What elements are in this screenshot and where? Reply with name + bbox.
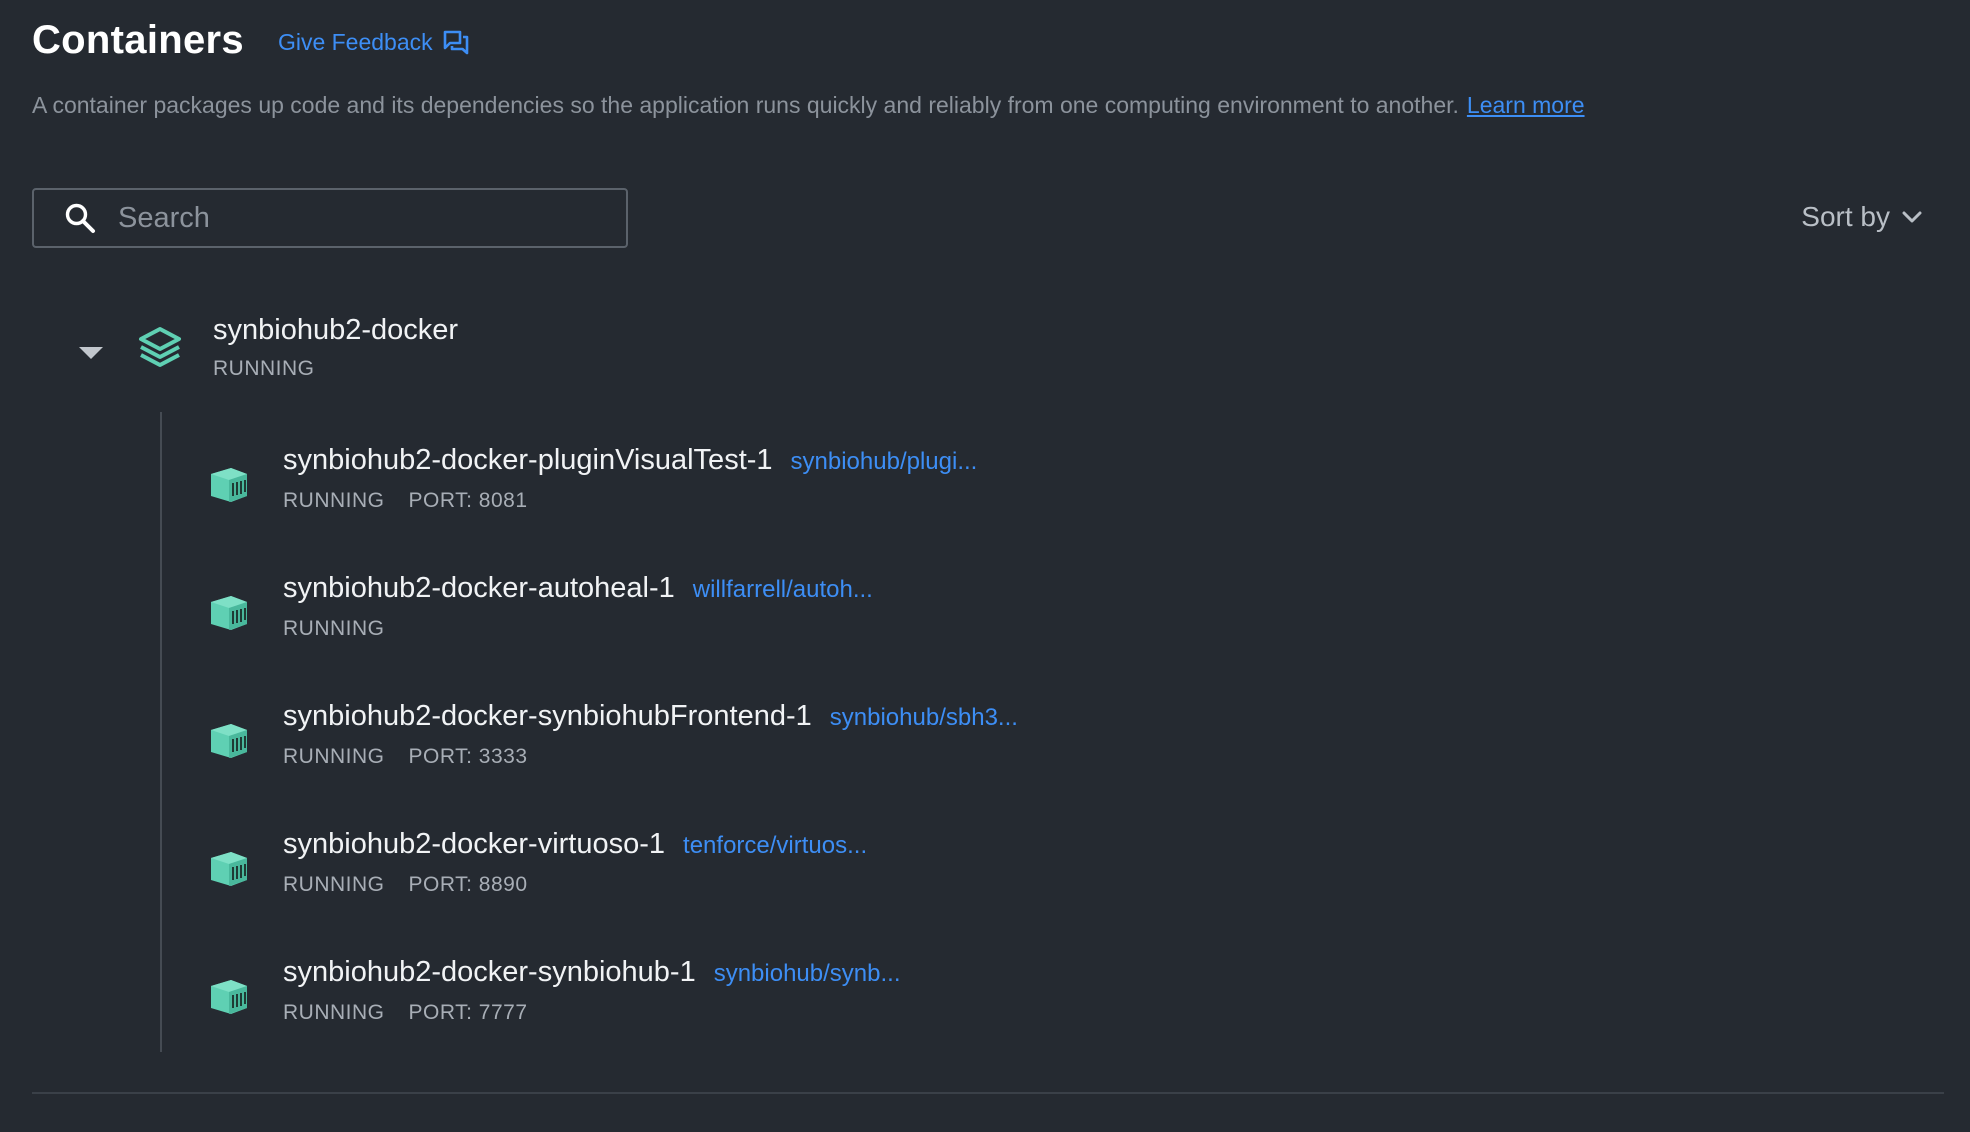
containers-page: Containers Give Feedback A container pac… — [0, 0, 1970, 1132]
container-row[interactable]: synbiohub2-docker-synbiohub-1 synbiohub/… — [0, 948, 1970, 1048]
container-row[interactable]: synbiohub2-docker-synbiohubFrontend-1 sy… — [0, 692, 1970, 792]
page-title: Containers — [32, 18, 244, 62]
container-status: RUNNING — [283, 489, 385, 512]
group-status: RUNNING — [213, 357, 315, 380]
container-title: synbiohub2-docker-virtuoso-1 tenforce/vi… — [283, 828, 867, 861]
container-icon — [211, 468, 247, 502]
search-box[interactable] — [32, 188, 628, 248]
container-port: PORT: 8081 — [408, 489, 528, 512]
container-name[interactable]: synbiohub2-docker-virtuoso-1 — [283, 828, 665, 861]
give-feedback-link[interactable]: Give Feedback — [278, 29, 469, 56]
container-name[interactable]: synbiohub2-docker-synbiohubFrontend-1 — [283, 700, 812, 733]
divider — [32, 1092, 1944, 1094]
stack-icon — [139, 327, 181, 367]
container-status: RUNNING — [283, 1001, 385, 1024]
container-meta: RUNNING — [283, 617, 385, 641]
compose-group: synbiohub2-docker RUNNING — [0, 310, 1970, 390]
container-meta: RUNNING PORT: 3333 — [283, 745, 528, 769]
container-icon — [211, 596, 247, 630]
container-status: RUNNING — [283, 617, 385, 640]
search-icon — [65, 203, 95, 233]
container-meta: RUNNING PORT: 8081 — [283, 489, 528, 513]
group-name[interactable]: synbiohub2-docker — [213, 314, 458, 347]
search-input[interactable] — [116, 200, 600, 236]
container-row[interactable]: synbiohub2-docker-pluginVisualTest-1 syn… — [0, 436, 1970, 536]
group-row[interactable]: synbiohub2-docker RUNNING — [0, 310, 1970, 390]
container-row[interactable]: synbiohub2-docker-autoheal-1 willfarrell… — [0, 564, 1970, 664]
container-status: RUNNING — [283, 873, 385, 896]
container-icon — [211, 724, 247, 758]
page-header: Containers Give Feedback — [32, 18, 469, 63]
container-title: synbiohub2-docker-synbiohub-1 synbiohub/… — [283, 956, 901, 989]
container-image-link[interactable]: synbiohub/synb... — [714, 960, 901, 988]
container-title: synbiohub2-docker-pluginVisualTest-1 syn… — [283, 444, 977, 477]
give-feedback-label: Give Feedback — [277, 29, 433, 55]
chevron-down-icon — [1902, 211, 1922, 223]
container-icon — [211, 852, 247, 886]
container-port: PORT: 7777 — [408, 1001, 528, 1024]
container-title: synbiohub2-docker-autoheal-1 willfarrell… — [283, 572, 873, 605]
container-name[interactable]: synbiohub2-docker-autoheal-1 — [283, 572, 675, 605]
description-text: A container packages up code and its dep… — [32, 92, 1459, 118]
container-meta: RUNNING PORT: 8890 — [283, 873, 528, 897]
caret-down-icon[interactable] — [78, 346, 104, 360]
sort-by-label: Sort by — [1801, 201, 1890, 232]
container-port: PORT: 3333 — [408, 745, 528, 768]
container-title: synbiohub2-docker-synbiohubFrontend-1 sy… — [283, 700, 1018, 733]
container-port: PORT: 8890 — [408, 873, 528, 896]
sort-by-dropdown[interactable]: Sort by — [1801, 201, 1922, 233]
chat-bubbles-icon — [443, 30, 468, 54]
container-image-link[interactable]: tenforce/virtuos... — [683, 832, 867, 860]
container-row[interactable]: synbiohub2-docker-virtuoso-1 tenforce/vi… — [0, 820, 1970, 920]
container-image-link[interactable]: willfarrell/autoh... — [693, 576, 873, 604]
container-name[interactable]: synbiohub2-docker-pluginVisualTest-1 — [283, 444, 773, 477]
learn-more-link[interactable]: Learn more — [1467, 92, 1585, 118]
container-meta: RUNNING PORT: 7777 — [283, 1001, 528, 1025]
page-description: A container packages up code and its dep… — [32, 92, 1585, 119]
container-image-link[interactable]: synbiohub/sbh3... — [830, 704, 1018, 732]
container-icon — [211, 980, 247, 1014]
container-status: RUNNING — [283, 745, 385, 768]
container-name[interactable]: synbiohub2-docker-synbiohub-1 — [283, 956, 696, 989]
container-image-link[interactable]: synbiohub/plugi... — [791, 448, 978, 476]
